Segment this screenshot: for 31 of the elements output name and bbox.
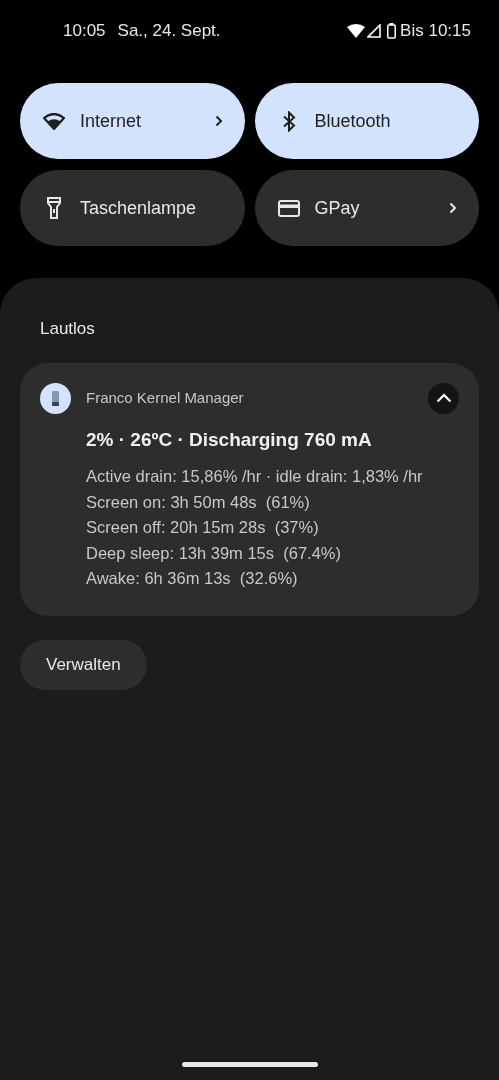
clock: 10:05 — [63, 20, 106, 43]
signal-icon — [367, 24, 382, 38]
notification-text-line: Active drain: 15,86% /hr · idle drain: 1,83% /hr — [86, 466, 424, 487]
collapse-button[interactable] — [428, 382, 459, 414]
wifi-icon — [43, 112, 65, 130]
tile-label: Internet — [80, 109, 143, 133]
quick-settings-tile[interactable]: Internet — [20, 83, 245, 159]
notification-text-line: Screen off: 20h 15m 28s (37%) — [86, 517, 320, 538]
flashlight-icon — [47, 197, 61, 219]
card-icon — [277, 199, 300, 217]
battery-text: Bis 10:15 — [400, 20, 471, 43]
notification-text-line: Deep sleep: 13h 39m 15s (67.4%) — [86, 542, 342, 564]
quick-settings-tile[interactable]: Taschenlampe — [20, 170, 245, 246]
battery-icon — [387, 23, 397, 39]
notification-title: 2% · 26ºC · Discharging 760 mA — [86, 427, 373, 452]
chevron-up-icon — [435, 393, 452, 403]
notification-card[interactable] — [20, 362, 479, 616]
date: Sa., 24. Sept. — [117, 20, 221, 43]
tile-label: Taschenlampe — [80, 196, 198, 220]
manage-button[interactable]: Verwalten — [20, 639, 147, 690]
notification-text-line: Awake: 6h 36m 13s (32.6%) — [86, 568, 299, 589]
app-name: Franco Kernel Manager — [86, 387, 244, 408]
notification-text-line: Screen on: 3h 50m 48s (61%) — [86, 491, 311, 513]
tile-label: GPay — [314, 196, 361, 220]
tile-label: Bluetooth — [314, 109, 392, 133]
quick-settings-tile[interactable]: GPay — [254, 170, 479, 246]
wifi-icon — [347, 24, 366, 38]
section-title: Lautlos — [39, 318, 96, 340]
bluetooth-icon — [281, 110, 296, 132]
app-battery-icon — [40, 382, 71, 414]
quick-settings-tile[interactable]: Bluetooth — [254, 83, 479, 159]
